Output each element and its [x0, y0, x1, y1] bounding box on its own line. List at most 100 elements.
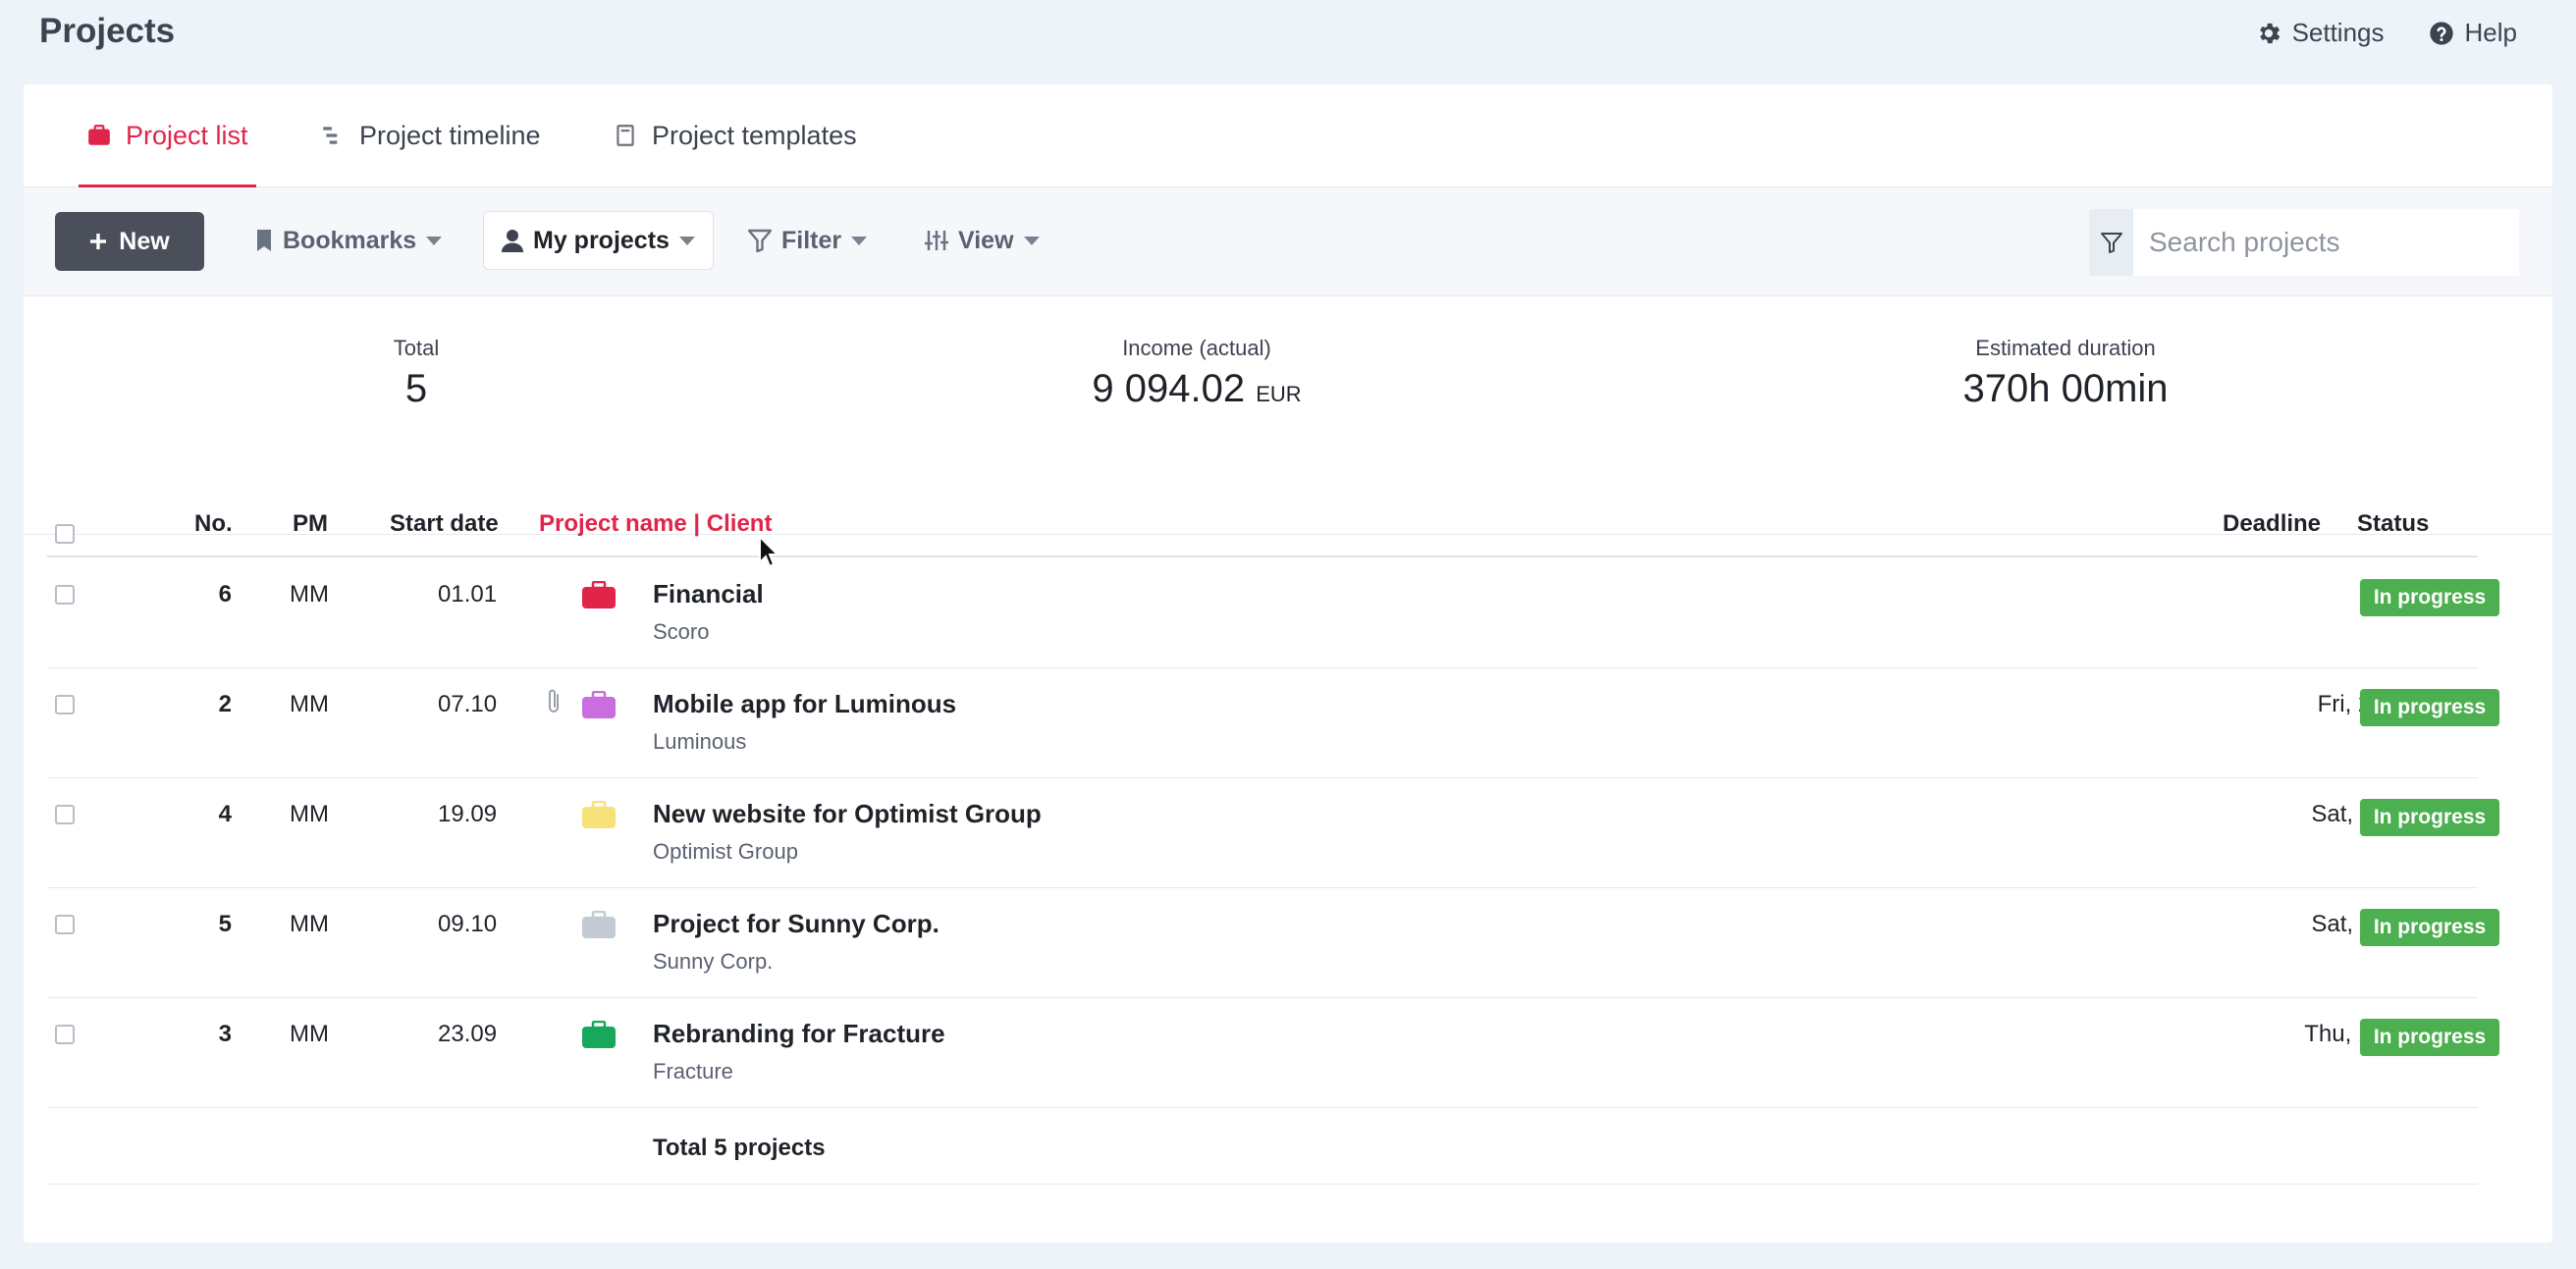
project-name[interactable]: New website for Optimist Group [653, 799, 1042, 829]
sliders-icon [925, 231, 948, 250]
status-badge: In progress [2360, 1019, 2499, 1056]
project-manager: MM [290, 911, 329, 937]
settings-label: Settings [2291, 18, 2385, 47]
top-bar: Projects Settings Help [0, 0, 2576, 82]
column-deadline[interactable]: Deadline [2223, 510, 2321, 538]
row-checkbox[interactable] [55, 1025, 75, 1044]
table-row[interactable]: 4 MM 19.09 New website for Optimist Grou… [47, 777, 2499, 888]
help-link[interactable]: Help [2428, 18, 2517, 48]
project-name[interactable]: Financial [653, 579, 764, 609]
row-checkbox[interactable] [55, 695, 75, 714]
select-all-checkbox[interactable] [55, 524, 75, 544]
paperclip-icon[interactable] [544, 687, 564, 716]
project-number: 4 [218, 801, 232, 827]
my-projects-dropdown[interactable]: My projects [483, 211, 714, 270]
tab-label: Project timeline [359, 120, 541, 150]
timeline-icon [323, 127, 338, 144]
table-row[interactable]: 6 MM 01.01 Financial Scoro In progress [47, 557, 2499, 668]
project-client: Luminous [653, 729, 747, 754]
stat-total: Total 5 [394, 336, 439, 411]
income-amount: 9 094.02 [1092, 367, 1246, 410]
stat-label: Estimated duration [1975, 336, 2156, 360]
start-date: 01.01 [438, 581, 498, 608]
filter-dropdown[interactable]: Filter [748, 211, 868, 270]
user-icon [502, 230, 523, 252]
start-date: 09.10 [438, 911, 498, 937]
project-number: 3 [218, 1021, 232, 1047]
new-project-button[interactable]: New [55, 212, 204, 271]
toolbar: New Bookmarks My projects Filter View [24, 187, 2552, 296]
plus-icon [90, 234, 107, 249]
start-date: 07.10 [438, 691, 498, 717]
start-date: 23.09 [438, 1021, 498, 1047]
stat-value: 9 094.02 EUR [1092, 367, 1301, 411]
project-number: 6 [218, 581, 232, 608]
column-start-date[interactable]: Start date [390, 510, 499, 538]
row-checkbox[interactable] [55, 585, 75, 605]
tab-bar: Project list Project timeline Project te… [24, 84, 2552, 187]
project-cell: Rebranding for Fracture Fracture [653, 1019, 945, 1084]
stats-summary: Total 5 Income (actual) 9 094.02 EUR Est… [24, 296, 2552, 535]
page-title: Projects [39, 12, 176, 50]
mouse-cursor-icon [759, 535, 779, 568]
project-cell: New website for Optimist Group Optimist … [653, 799, 1042, 865]
briefcase-icon [582, 911, 616, 938]
stat-duration: Estimated duration 370h 00min [1962, 336, 2168, 411]
column-project-name[interactable]: Project name | Client [539, 510, 772, 538]
filter-icon [748, 229, 772, 252]
table-total-row: Total 5 projects [47, 1113, 2478, 1185]
project-cell: Mobile app for Luminous Luminous [653, 689, 956, 755]
view-label: View [958, 226, 1014, 254]
view-dropdown[interactable]: View [925, 211, 1040, 270]
tab-project-templates[interactable]: Project templates [613, 84, 857, 186]
column-no[interactable]: No. [194, 510, 233, 538]
settings-link[interactable]: Settings [2255, 18, 2385, 48]
chevron-down-icon [851, 236, 868, 245]
status-badge: In progress [2360, 799, 2499, 836]
briefcase-icon [582, 801, 616, 828]
project-cell: Project for Sunny Corp. Sunny Corp. [653, 909, 939, 975]
project-client: Sunny Corp. [653, 949, 774, 974]
search-input[interactable] [2133, 209, 2519, 276]
my-projects-label: My projects [533, 226, 670, 254]
tab-project-timeline[interactable]: Project timeline [320, 84, 541, 186]
stat-value: 370h 00min [1962, 367, 2169, 410]
project-number: 2 [218, 691, 232, 717]
table-row[interactable]: 5 MM 09.10 Project for Sunny Corp. Sunny… [47, 887, 2499, 998]
project-client: Scoro [653, 619, 710, 644]
status-badge: In progress [2360, 689, 2499, 726]
briefcase-icon [582, 691, 616, 718]
stat-label: Total [393, 336, 440, 360]
project-manager: MM [290, 691, 329, 717]
briefcase-icon [582, 581, 616, 608]
briefcase-icon [582, 1021, 616, 1048]
project-manager: MM [290, 801, 329, 827]
new-label: New [119, 227, 170, 255]
bookmarks-label: Bookmarks [283, 226, 417, 254]
income-currency: EUR [1256, 382, 1302, 406]
tab-project-list[interactable]: Project list [79, 84, 256, 187]
status-badge: In progress [2360, 909, 2499, 946]
project-name[interactable]: Project for Sunny Corp. [653, 909, 939, 939]
column-pm[interactable]: PM [293, 510, 328, 538]
gear-icon [2259, 23, 2280, 43]
table-row[interactable]: 2 MM 07.10 Mobile app for Luminous Lumin… [47, 667, 2499, 778]
table-row[interactable]: 3 MM 23.09 Rebranding for Fracture Fract… [47, 997, 2499, 1108]
stat-label: Income (actual) [1122, 336, 1271, 360]
chevron-down-icon [426, 236, 443, 245]
search-filter-button[interactable] [2089, 209, 2133, 276]
chevron-down-icon [678, 236, 695, 245]
row-checkbox[interactable] [55, 915, 75, 934]
row-checkbox[interactable] [55, 805, 75, 824]
project-name[interactable]: Rebranding for Fracture [653, 1019, 945, 1049]
funnel-icon [2100, 233, 2122, 253]
filter-label: Filter [781, 226, 842, 254]
project-name[interactable]: Mobile app for Luminous [653, 689, 956, 719]
chevron-down-icon [1023, 236, 1040, 245]
column-status[interactable]: Status [2357, 510, 2429, 538]
tab-label: Project templates [652, 120, 857, 150]
stat-income: Income (actual) 9 094.02 EUR [1092, 336, 1301, 411]
bookmarks-dropdown[interactable]: Bookmarks [255, 211, 443, 270]
stat-value: 5 [404, 367, 428, 410]
project-client: Fracture [653, 1059, 733, 1084]
